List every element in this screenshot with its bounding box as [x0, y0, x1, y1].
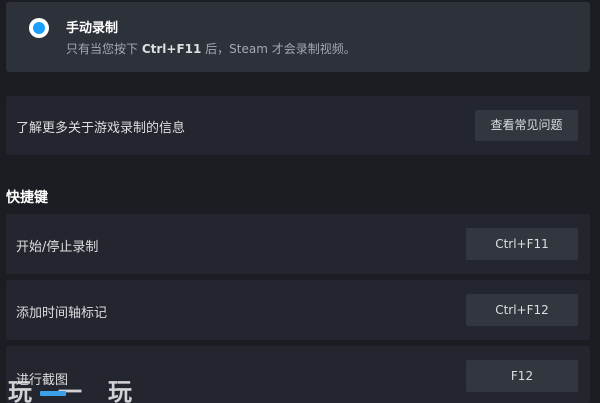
- watermark-accent-bar: [40, 391, 66, 396]
- radio-button[interactable]: [29, 18, 49, 38]
- shortcut-row-toggle-recording: 开始/停止录制 Ctrl+F11: [6, 214, 590, 274]
- desc-hotkey: Ctrl+F11: [141, 42, 202, 56]
- learn-more-label: 了解更多关于游戏录制的信息: [16, 121, 186, 136]
- manual-recording-title: 手动录制: [66, 21, 119, 36]
- desc-prefix: 只有当您按下: [66, 42, 142, 56]
- learn-more-row: 了解更多关于游戏录制的信息 查看常见问题: [6, 96, 590, 155]
- shortcut-label: 开始/停止录制: [16, 240, 99, 255]
- manual-recording-option[interactable]: 手动录制 只有当您按下 Ctrl+F11 后，Steam 才会录制视频。: [6, 2, 590, 72]
- watermark-logo: 玩一玩: [8, 378, 158, 403]
- radio-selected-dot: [33, 22, 45, 34]
- shortcut-key-button[interactable]: Ctrl+F11: [466, 228, 578, 260]
- shortcut-key-button[interactable]: Ctrl+F12: [466, 294, 578, 326]
- faq-button[interactable]: 查看常见问题: [475, 110, 578, 141]
- shortcut-row-add-marker: 添加时间轴标记 Ctrl+F12: [6, 280, 590, 340]
- desc-suffix: 后，Steam 才会录制视频。: [201, 42, 356, 56]
- shortcut-label: 添加时间轴标记: [16, 306, 108, 321]
- recording-settings-page: 手动录制 只有当您按下 Ctrl+F11 后，Steam 才会录制视频。 了解更…: [0, 0, 600, 403]
- shortcuts-section-header: 快捷键: [6, 190, 48, 206]
- manual-recording-description: 只有当您按下 Ctrl+F11 后，Steam 才会录制视频。: [66, 40, 356, 57]
- shortcut-key-button[interactable]: F12: [466, 360, 578, 392]
